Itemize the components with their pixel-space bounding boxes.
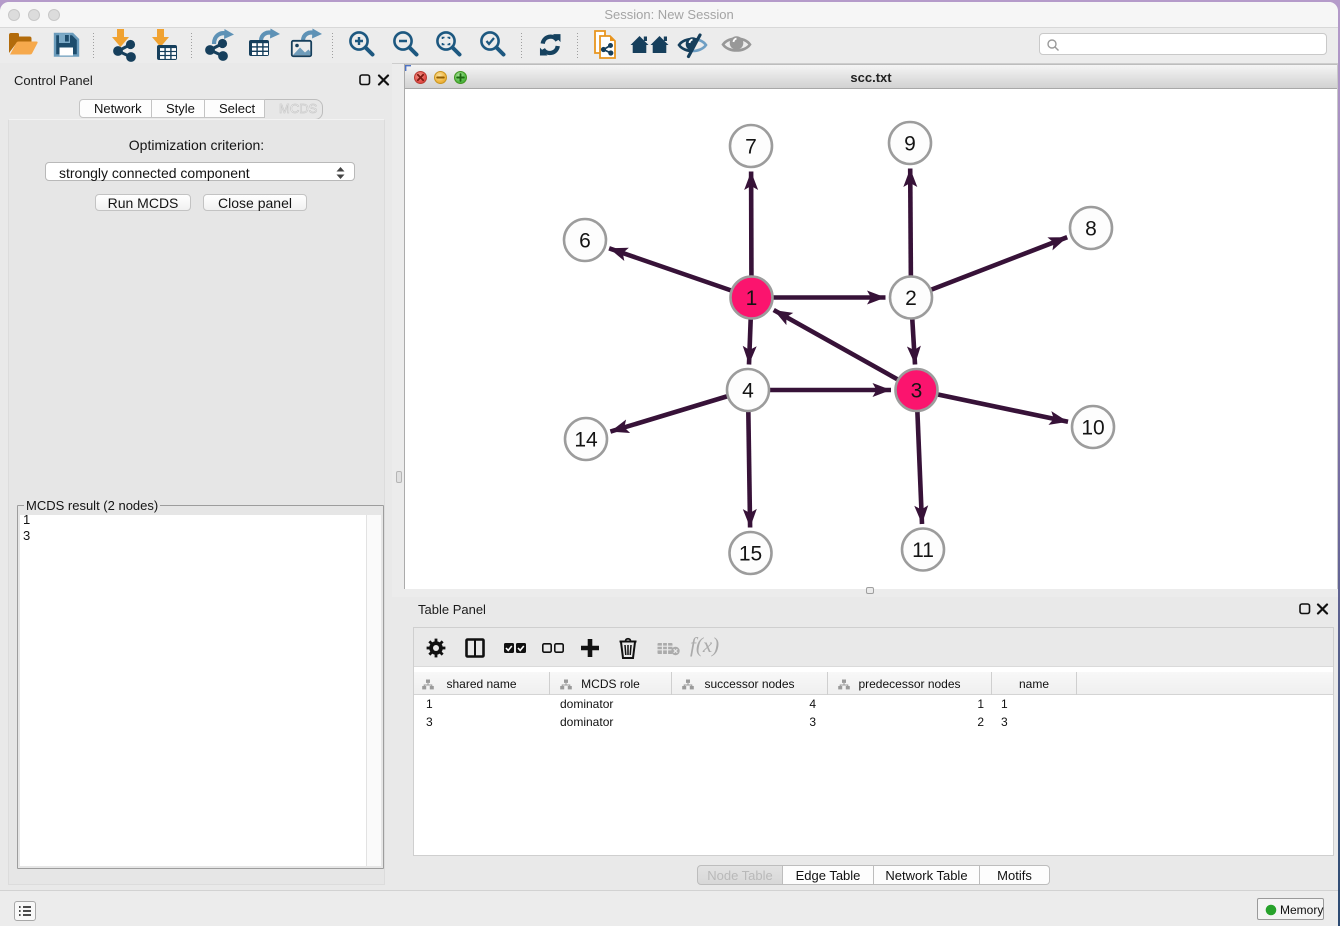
- svg-text:10: 10: [1081, 417, 1104, 440]
- svg-text:14: 14: [574, 429, 598, 452]
- svg-text:15: 15: [739, 543, 762, 566]
- svg-text:11: 11: [912, 539, 934, 562]
- svg-text:2: 2: [905, 287, 917, 310]
- svg-text:3: 3: [911, 380, 923, 403]
- svg-text:6: 6: [579, 230, 591, 253]
- svg-text:4: 4: [742, 380, 754, 403]
- svg-text:8: 8: [1085, 218, 1097, 241]
- svg-text:7: 7: [745, 136, 757, 159]
- svg-text:9: 9: [904, 133, 916, 156]
- svg-text:1: 1: [746, 287, 758, 310]
